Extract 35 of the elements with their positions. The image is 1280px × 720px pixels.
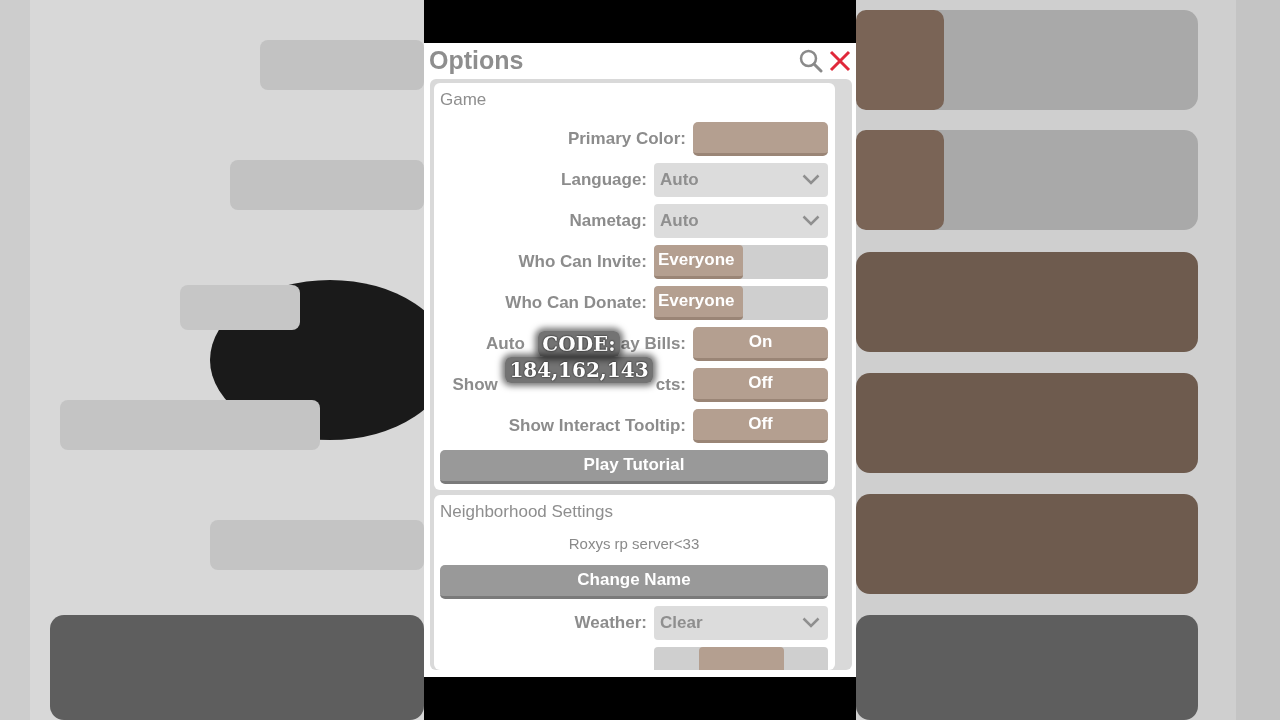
setting-label: Nametag:	[569, 209, 647, 232]
chevron-icon	[802, 174, 820, 185]
dropdown[interactable]: Auto	[654, 203, 828, 238]
setting-label: Primary Color:	[567, 127, 686, 150]
action-button[interactable]: Play Tutorial	[440, 449, 828, 484]
toggle-button[interactable]: Off	[693, 367, 828, 402]
color-swatch-button[interactable]	[693, 121, 828, 156]
toggle-button[interactable]: On	[693, 326, 828, 361]
slider-track[interactable]: Everyone	[654, 244, 828, 279]
slider-track[interactable]: Everyone	[654, 285, 828, 320]
section-title: Neighborhood Settings	[440, 500, 614, 523]
search-icon[interactable]	[799, 49, 823, 73]
setting-label: Language:	[561, 168, 647, 191]
section-title: Game	[440, 89, 488, 111]
setting-label: Who Can Donate:	[505, 291, 647, 314]
slider-fill[interactable]: Everyone	[654, 285, 743, 320]
setting-label: Show	[452, 373, 498, 396]
window-title: Options	[429, 45, 524, 77]
slider-fill[interactable]: Everyone	[654, 244, 743, 279]
chevron-icon	[802, 617, 820, 628]
setting-label: Auto	[486, 332, 525, 355]
setting-label: Show Interact Tooltip:	[508, 414, 686, 437]
server-name: Roxys rp server<33	[567, 534, 701, 554]
setting-label: Who Can Invite:	[518, 250, 647, 273]
dropdown[interactable]: Clear	[654, 605, 828, 640]
code-caption: CODE:	[538, 331, 620, 357]
toggle-button[interactable]: Off	[693, 408, 828, 443]
dropdown[interactable]: Auto	[654, 162, 828, 197]
close-icon[interactable]	[829, 50, 851, 72]
code-caption: 184,162,143	[505, 357, 653, 383]
slider-track[interactable]	[654, 646, 828, 670]
setting-label: Weather:	[574, 611, 647, 634]
setting-label: cts:	[655, 373, 686, 396]
action-button[interactable]: Change Name	[440, 564, 828, 599]
chevron-icon	[802, 215, 820, 226]
